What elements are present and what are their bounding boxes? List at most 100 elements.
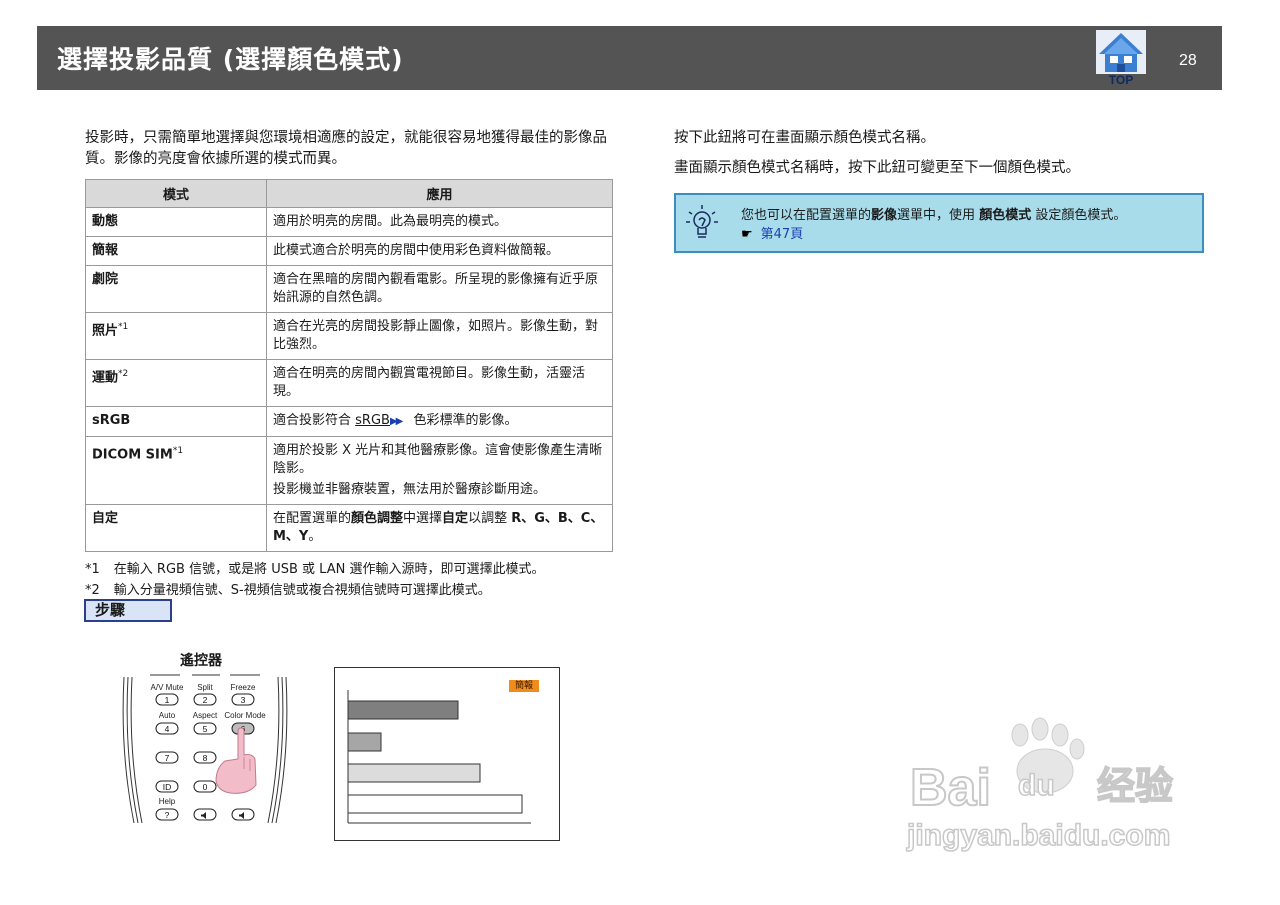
remote-control-illustration: A/V Mute Split Freeze Auto Aspect Color …: [122, 674, 288, 824]
help-button-label: ?: [165, 810, 170, 820]
footnote-text: 在輸入 RGB 信號，或是將 USB 或 LAN 選作輸入源時，即可選擇此模式。: [113, 562, 545, 577]
label-av-mute: A/V Mute: [151, 683, 184, 692]
instruction-line-1: 按下此鈕將可在畫面顯示顏色模式名稱。: [674, 130, 935, 146]
tip-text-part: 您也可以在配置選單的: [741, 208, 872, 223]
button-1-label: 1: [165, 695, 170, 705]
screen-bars-graphic: [347, 690, 531, 824]
label-auto: Auto: [159, 711, 176, 720]
top-label: TOP: [1108, 73, 1134, 87]
desc-text: 以調整: [468, 511, 508, 526]
page-47-link[interactable]: ☛ 第47頁: [741, 225, 1201, 244]
pointing-hand-icon: ☛: [741, 227, 753, 242]
pointing-hand-icon: [215, 727, 257, 794]
desc-cell: 適合投影符合 sRGB▶▶ 色彩標準的影像。: [266, 406, 613, 437]
mode-cell: 自定: [85, 504, 267, 552]
button-7-label: 7: [165, 753, 170, 763]
button-2-label: 2: [203, 695, 208, 705]
desc-cell: 適合在明亮的房間內觀賞電視節目。影像生動，活靈活現。: [266, 359, 613, 407]
table-row: sRGB 適合投影符合 sRGB▶▶ 色彩標準的影像。: [85, 406, 613, 437]
mode-cell: sRGB: [85, 406, 267, 437]
mode-name: 簡報: [92, 243, 119, 258]
baidu-watermark: Bai du 经验 jingyan.baidu.com: [905, 717, 1174, 853]
glossary-arrow-icon: ▶▶: [389, 416, 403, 427]
table-row: 照片*1 適合在光亮的房間投影靜止圖像，如照片。影像生動，對比強烈。: [85, 312, 613, 360]
lightbulb-icon: [686, 205, 718, 238]
desc-bold: 自定: [442, 511, 469, 526]
tip-text-part: 設定顏色模式。: [1035, 208, 1127, 223]
footnote: *2 輸入分量視頻信號、S-視頻信號或複合視頻信號時可選擇此模式。: [85, 580, 613, 601]
mode-name: DICOM SIM: [92, 447, 173, 463]
jingyan-text: 经验: [1097, 764, 1173, 808]
steps-heading: 步驟: [84, 599, 172, 622]
left-column: 投影時，只需簡單地選擇與您環境相適應的設定，就能很容易地獲得最佳的影像品質。影像…: [85, 128, 613, 601]
tip-bold-menu: 影像: [871, 208, 898, 223]
house-icon: [1096, 30, 1146, 74]
mode-cell: DICOM SIM*1: [85, 436, 267, 505]
instruction-line-2: 畫面顯示顏色模式名稱時，按下此鈕可變更至下一個顏色模式。: [674, 160, 1080, 176]
button-0-label: 0: [203, 782, 208, 792]
mode-name: 劇院: [92, 272, 119, 287]
column-header-application: 應用: [266, 179, 613, 208]
mode-name: sRGB: [92, 413, 131, 428]
header-bar: 選擇投影品質 (選擇顏色模式) TOP 28: [37, 26, 1222, 90]
top-button[interactable]: TOP: [1096, 30, 1146, 87]
footnote-ref: *1: [118, 322, 129, 332]
table-row: 自定 在配置選單的顏色調整中選擇自定以調整 R、G、B、C、M、Y。: [85, 504, 613, 552]
page-title: 選擇投影品質 (選擇顏色模式): [57, 45, 404, 74]
desc-note: 投影機並非醫療裝置，無法用於醫療診斷用途。: [273, 482, 547, 497]
mode-cell: 簡報: [85, 236, 267, 266]
screen-bar: [347, 763, 481, 783]
tip-line: 您也可以在配置選單的影像選單中，使用 顏色模式 設定顏色模式。: [741, 206, 1201, 225]
label-help: Help: [159, 797, 176, 806]
table-row: DICOM SIM*1 適用於投影 X 光片和其他醫療影像。這會使影像產生清晰陰…: [85, 436, 613, 505]
table-header-row: 模式 應用: [85, 179, 613, 208]
tip-link-label: 第47頁: [760, 227, 804, 242]
baidu-du-text: du: [1018, 769, 1055, 802]
desc-cell: 此模式適合於明亮的房間中使用彩色資料做簡報。: [266, 236, 613, 266]
button-5-label: 5: [203, 724, 208, 734]
table-row: 劇院 適合在黑暗的房間內觀看電影。所呈現的影像擁有近乎原始訊源的自然色調。: [85, 265, 613, 313]
tip-bold-setting: 顏色模式: [979, 208, 1032, 223]
mode-name: 動態: [92, 214, 119, 229]
label-color-mode: Color Mode: [224, 711, 266, 720]
desc-text: 適合投影符合: [273, 413, 352, 428]
tip-text: 您也可以在配置選單的影像選單中，使用 顏色模式 設定顏色模式。 ☛ 第47頁: [741, 206, 1201, 244]
desc-cell: 在配置選單的顏色調整中選擇自定以調整 R、G、B、C、M、Y。: [266, 504, 613, 552]
color-mode-table: 模式 應用 動態 適用於明亮的房間。此為最明亮的模式。 簡報 此模式適合於明亮的…: [85, 179, 613, 552]
label-aspect: Aspect: [193, 711, 218, 720]
tip-text-part: 選單中，使用: [897, 208, 976, 223]
mode-name: 照片: [92, 323, 119, 339]
id-button-label: ID: [163, 782, 172, 792]
mode-cell: 運動*2: [85, 359, 267, 407]
desc-text: 適用於投影 X 光片和其他醫療影像。這會使影像產生清晰陰影。: [273, 443, 603, 476]
label-split: Split: [197, 683, 213, 692]
desc-cell: 適合在黑暗的房間內觀看電影。所呈現的影像擁有近乎原始訊源的自然色調。: [266, 265, 613, 313]
footnote-text: 輸入分量視頻信號、S-視頻信號或複合視頻信號時可選擇此模式。: [113, 583, 491, 598]
label-freeze: Freeze: [231, 683, 256, 692]
watermark-url: jingyan.baidu.com: [906, 819, 1170, 852]
mode-name: 運動: [92, 370, 119, 386]
desc-text: 在配置選單的: [273, 511, 352, 526]
desc-cell: 適用於明亮的房間。此為最明亮的模式。: [266, 207, 613, 237]
srgb-glossary-link[interactable]: sRGB: [355, 413, 390, 428]
table-row: 動態 適用於明亮的房間。此為最明亮的模式。: [85, 207, 613, 237]
desc-cell: 適合在光亮的房間投影靜止圖像，如照片。影像生動，對比強烈。: [266, 312, 613, 360]
footnote-key: *2: [85, 583, 100, 598]
screen-bar: [347, 732, 382, 752]
footnote: *1 在輸入 RGB 信號，或是將 USB 或 LAN 選作輸入源時，即可選擇此模…: [85, 559, 613, 580]
desc-text: 色彩標準的影像。: [413, 413, 518, 428]
footnote-key: *1: [85, 562, 100, 577]
mode-cell: 照片*1: [85, 312, 267, 360]
footnotes: *1 在輸入 RGB 信號，或是將 USB 或 LAN 選作輸入源時，即可選擇此模…: [85, 559, 613, 601]
mode-cell: 動態: [85, 207, 267, 237]
button-3-label: 3: [241, 695, 246, 705]
button-8-label: 8: [203, 753, 208, 763]
tip-box: 您也可以在配置選單的影像選單中，使用 顏色模式 設定顏色模式。 ☛ 第47頁: [674, 193, 1204, 253]
mode-name: 自定: [92, 511, 119, 526]
desc-text: 中選擇: [403, 511, 443, 526]
table-row: 簡報 此模式適合於明亮的房間中使用彩色資料做簡報。: [85, 236, 613, 266]
baidu-brand-text: Bai: [910, 759, 991, 817]
screen-bar: [347, 700, 459, 720]
right-column: 按下此鈕將可在畫面顯示顏色模式名稱。 畫面顯示顏色模式名稱時，按下此鈕可變更至下…: [674, 128, 1204, 188]
screen-bar: [347, 794, 523, 814]
